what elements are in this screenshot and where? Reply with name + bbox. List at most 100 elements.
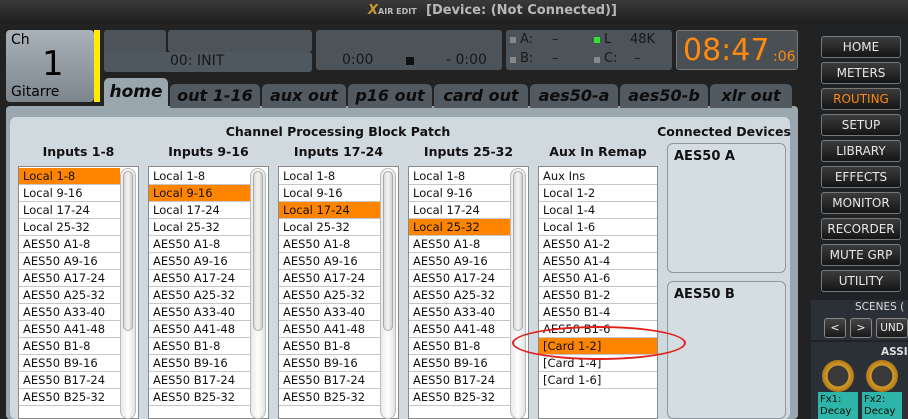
aux-remap-option[interactable]: Local 1-4: [539, 202, 657, 219]
input-source-option[interactable]: AES50 A25-32: [19, 287, 120, 304]
input-source-option[interactable]: AES50 A17-24: [19, 270, 120, 287]
tab-p16-out[interactable]: p16 out: [348, 84, 432, 108]
aux-remap-option[interactable]: AES50 A1-4: [539, 253, 657, 270]
input-source-option[interactable]: AES50 B9-16: [279, 355, 380, 372]
scene-undo-button[interactable]: UND: [876, 318, 908, 338]
input-source-option[interactable]: Local 1-8: [279, 168, 380, 185]
scene-prev-button[interactable]: <: [824, 318, 846, 338]
fx1-knob[interactable]: [822, 360, 854, 392]
input-source-option[interactable]: AES50 B9-16: [19, 355, 120, 372]
input-source-option[interactable]: Local 9-16: [19, 185, 120, 202]
input-source-option[interactable]: AES50 B25-32: [149, 389, 250, 406]
nav-routing-button[interactable]: ROUTING: [821, 88, 901, 110]
input-source-option[interactable]: AES50 B17-24: [279, 372, 380, 389]
input-source-option[interactable]: Local 1-8: [409, 168, 510, 185]
input-source-option[interactable]: AES50 A33-40: [19, 304, 120, 321]
input-source-option[interactable]: AES50 B25-32: [19, 389, 120, 406]
input-source-option[interactable]: AES50 A1-8: [19, 236, 120, 253]
input-source-option[interactable]: AES50 A33-40: [409, 304, 510, 321]
aux-remap-option[interactable]: AES50 A1-6: [539, 270, 657, 287]
nav-effects-button[interactable]: EFFECTS: [821, 166, 901, 188]
nav-recorder-button[interactable]: RECORDER: [821, 218, 901, 240]
aux-remap-option[interactable]: AES50 B1-4: [539, 304, 657, 321]
input-source-option[interactable]: Local 25-32: [409, 219, 510, 236]
channel-strip[interactable]: Ch 1 Gitarre: [6, 30, 94, 102]
aux-remap-option[interactable]: Aux Ins: [539, 168, 657, 185]
input-source-option[interactable]: AES50 B17-24: [19, 372, 120, 389]
tab-aux-out[interactable]: aux out: [262, 84, 346, 108]
input-source-option[interactable]: Local 25-32: [149, 219, 250, 236]
input-source-option[interactable]: AES50 A9-16: [279, 253, 380, 270]
inputs-9-16-scrollbar[interactable]: [250, 168, 266, 419]
input-source-option[interactable]: AES50 B9-16: [149, 355, 250, 372]
aux-remap-option[interactable]: AES50 A1-2: [539, 236, 657, 253]
input-source-option[interactable]: AES50 A33-40: [279, 304, 380, 321]
input-source-option[interactable]: AES50 B1-8: [279, 338, 380, 355]
scroll-thumb[interactable]: [123, 171, 133, 331]
input-source-option[interactable]: AES50 A25-32: [279, 287, 380, 304]
input-source-option[interactable]: AES50 B17-24: [149, 372, 250, 389]
input-source-option[interactable]: AES50 A17-24: [279, 270, 380, 287]
tab-aes50-a[interactable]: aes50-a: [530, 84, 618, 108]
aux-remap-option[interactable]: Local 1-2: [539, 185, 657, 202]
input-source-option[interactable]: AES50 B25-32: [409, 389, 510, 406]
input-source-option[interactable]: AES50 B1-8: [409, 338, 510, 355]
input-source-option[interactable]: AES50 B25-32: [279, 389, 380, 406]
input-source-option[interactable]: Local 17-24: [149, 202, 250, 219]
input-source-option[interactable]: AES50 A41-48: [409, 321, 510, 338]
nav-utility-button[interactable]: UTILITY: [821, 270, 901, 292]
scroll-thumb[interactable]: [253, 171, 263, 331]
input-source-option[interactable]: AES50 A1-8: [409, 236, 510, 253]
aux-remap-option[interactable]: Local 1-6: [539, 219, 657, 236]
input-source-option[interactable]: AES50 A41-48: [149, 321, 250, 338]
input-source-option[interactable]: Local 17-24: [279, 202, 380, 219]
input-source-option[interactable]: AES50 A25-32: [409, 287, 510, 304]
input-source-option[interactable]: AES50 A1-8: [279, 236, 380, 253]
input-source-option[interactable]: AES50 A9-16: [19, 253, 120, 270]
input-source-option[interactable]: Local 9-16: [279, 185, 380, 202]
nav-meters-button[interactable]: METERS: [821, 62, 901, 84]
input-source-option[interactable]: Local 17-24: [409, 202, 510, 219]
input-source-option[interactable]: AES50 A25-32: [149, 287, 250, 304]
aux-in-remap-list[interactable]: Aux Ins Local 1-2 Local 1-4 Local 1-6 AES50 …: [538, 166, 658, 419]
nav-mute-grp-button[interactable]: MUTE GRP: [821, 244, 901, 266]
nav-setup-button[interactable]: SETUP: [821, 114, 901, 136]
scroll-thumb[interactable]: [383, 171, 393, 331]
input-source-option[interactable]: AES50 B9-16: [409, 355, 510, 372]
nav-monitor-button[interactable]: MONITOR: [821, 192, 901, 214]
inputs-17-24-scrollbar[interactable]: [380, 168, 396, 419]
input-source-option[interactable]: Local 17-24: [19, 202, 120, 219]
time-remaining: - 0:00: [446, 52, 487, 68]
inputs-1-8-scrollbar[interactable]: [120, 168, 136, 419]
input-source-option[interactable]: Local 1-8: [19, 168, 120, 185]
input-source-option[interactable]: AES50 A17-24: [149, 270, 250, 287]
nav-home-button[interactable]: HOME: [821, 36, 901, 58]
input-source-option[interactable]: AES50 A17-24: [409, 270, 510, 287]
tab-out-1-16[interactable]: out 1-16: [170, 84, 260, 108]
nav-library-button[interactable]: LIBRARY: [821, 140, 901, 162]
aux-remap-option[interactable]: AES50 B1-2: [539, 287, 657, 304]
input-source-option[interactable]: AES50 B17-24: [409, 372, 510, 389]
input-source-option[interactable]: AES50 A41-48: [279, 321, 380, 338]
input-source-option[interactable]: AES50 A9-16: [409, 253, 510, 270]
input-source-option[interactable]: AES50 A1-8: [149, 236, 250, 253]
input-source-option[interactable]: AES50 B1-8: [149, 338, 250, 355]
input-source-option[interactable]: Local 9-16: [149, 185, 250, 202]
input-source-option[interactable]: Local 25-32: [19, 219, 120, 236]
input-source-option[interactable]: Local 1-8: [149, 168, 250, 185]
input-source-option[interactable]: AES50 A41-48: [19, 321, 120, 338]
tab-home[interactable]: home: [104, 78, 168, 108]
input-source-option[interactable]: Local 25-32: [279, 219, 380, 236]
tab-aes50-b[interactable]: aes50-b: [620, 84, 708, 108]
input-source-option[interactable]: AES50 B1-8: [19, 338, 120, 355]
scroll-thumb[interactable]: [513, 171, 523, 331]
fx2-knob[interactable]: [866, 360, 898, 392]
input-source-option[interactable]: Local 9-16: [409, 185, 510, 202]
tab-xlr-out[interactable]: xlr out: [710, 84, 792, 108]
scene-next-button[interactable]: >: [850, 318, 872, 338]
aux-remap-option[interactable]: [Card 1-6]: [539, 372, 657, 389]
inputs-25-32-scrollbar[interactable]: [510, 168, 526, 419]
tab-card-out[interactable]: card out: [434, 84, 528, 108]
input-source-option[interactable]: AES50 A9-16: [149, 253, 250, 270]
input-source-option[interactable]: AES50 A33-40: [149, 304, 250, 321]
